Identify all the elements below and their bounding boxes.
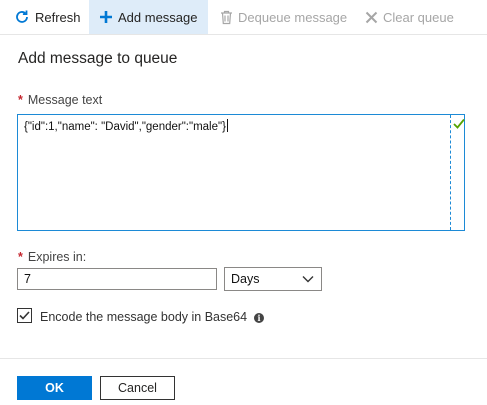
expires-unit-dropdown[interactable]: Days	[224, 267, 322, 291]
text-caret	[226, 119, 228, 132]
info-icon[interactable]: i	[254, 313, 264, 323]
encode-base64-checkbox[interactable]	[17, 308, 32, 323]
expires-in-label-text: Expires in:	[27, 250, 87, 264]
clear-queue-button[interactable]: Clear queue	[365, 0, 454, 34]
message-text-label: * Message text	[18, 93, 102, 107]
clear-queue-label: Clear queue	[383, 9, 454, 25]
message-text-label-text: Message text	[27, 93, 103, 107]
refresh-label: Refresh	[35, 9, 81, 25]
add-message-button[interactable]: Add message	[89, 0, 208, 34]
expires-in-label: * Expires in:	[18, 250, 86, 264]
checkmark-icon	[453, 118, 465, 129]
trash-icon	[221, 10, 232, 24]
command-bar: Refresh Add message Dequeue message Clea…	[0, 0, 487, 35]
cancel-button[interactable]: Cancel	[100, 376, 175, 400]
refresh-button[interactable]: Refresh	[14, 0, 81, 34]
close-icon	[365, 11, 378, 23]
footer-divider	[0, 358, 487, 359]
message-text-area[interactable]: {"id":1,"name": "David","gender":"male"}	[17, 114, 465, 231]
refresh-icon	[16, 10, 28, 23]
message-text-value: {"id":1,"name": "David","gender":"male"}	[24, 119, 228, 133]
plus-icon	[100, 11, 112, 23]
required-marker: *	[18, 93, 23, 107]
validation-divider	[450, 115, 451, 230]
message-text-content: {"id":1,"name": "David","gender":"male"}	[24, 121, 226, 133]
panel-title: Add message to queue	[18, 50, 178, 67]
dequeue-message-label: Dequeue message	[238, 9, 348, 25]
chevron-down-icon	[302, 276, 314, 283]
encode-base64-label: Encode the message body in Base64	[40, 310, 248, 324]
ok-button[interactable]: OK	[17, 376, 92, 400]
add-message-label: Add message	[118, 9, 198, 25]
dequeue-message-button[interactable]: Dequeue message	[220, 0, 347, 34]
expires-unit-value: Days	[231, 272, 260, 286]
required-marker: *	[18, 250, 23, 264]
checkmark-icon	[19, 311, 30, 320]
expires-in-input[interactable]: 7	[17, 268, 217, 290]
